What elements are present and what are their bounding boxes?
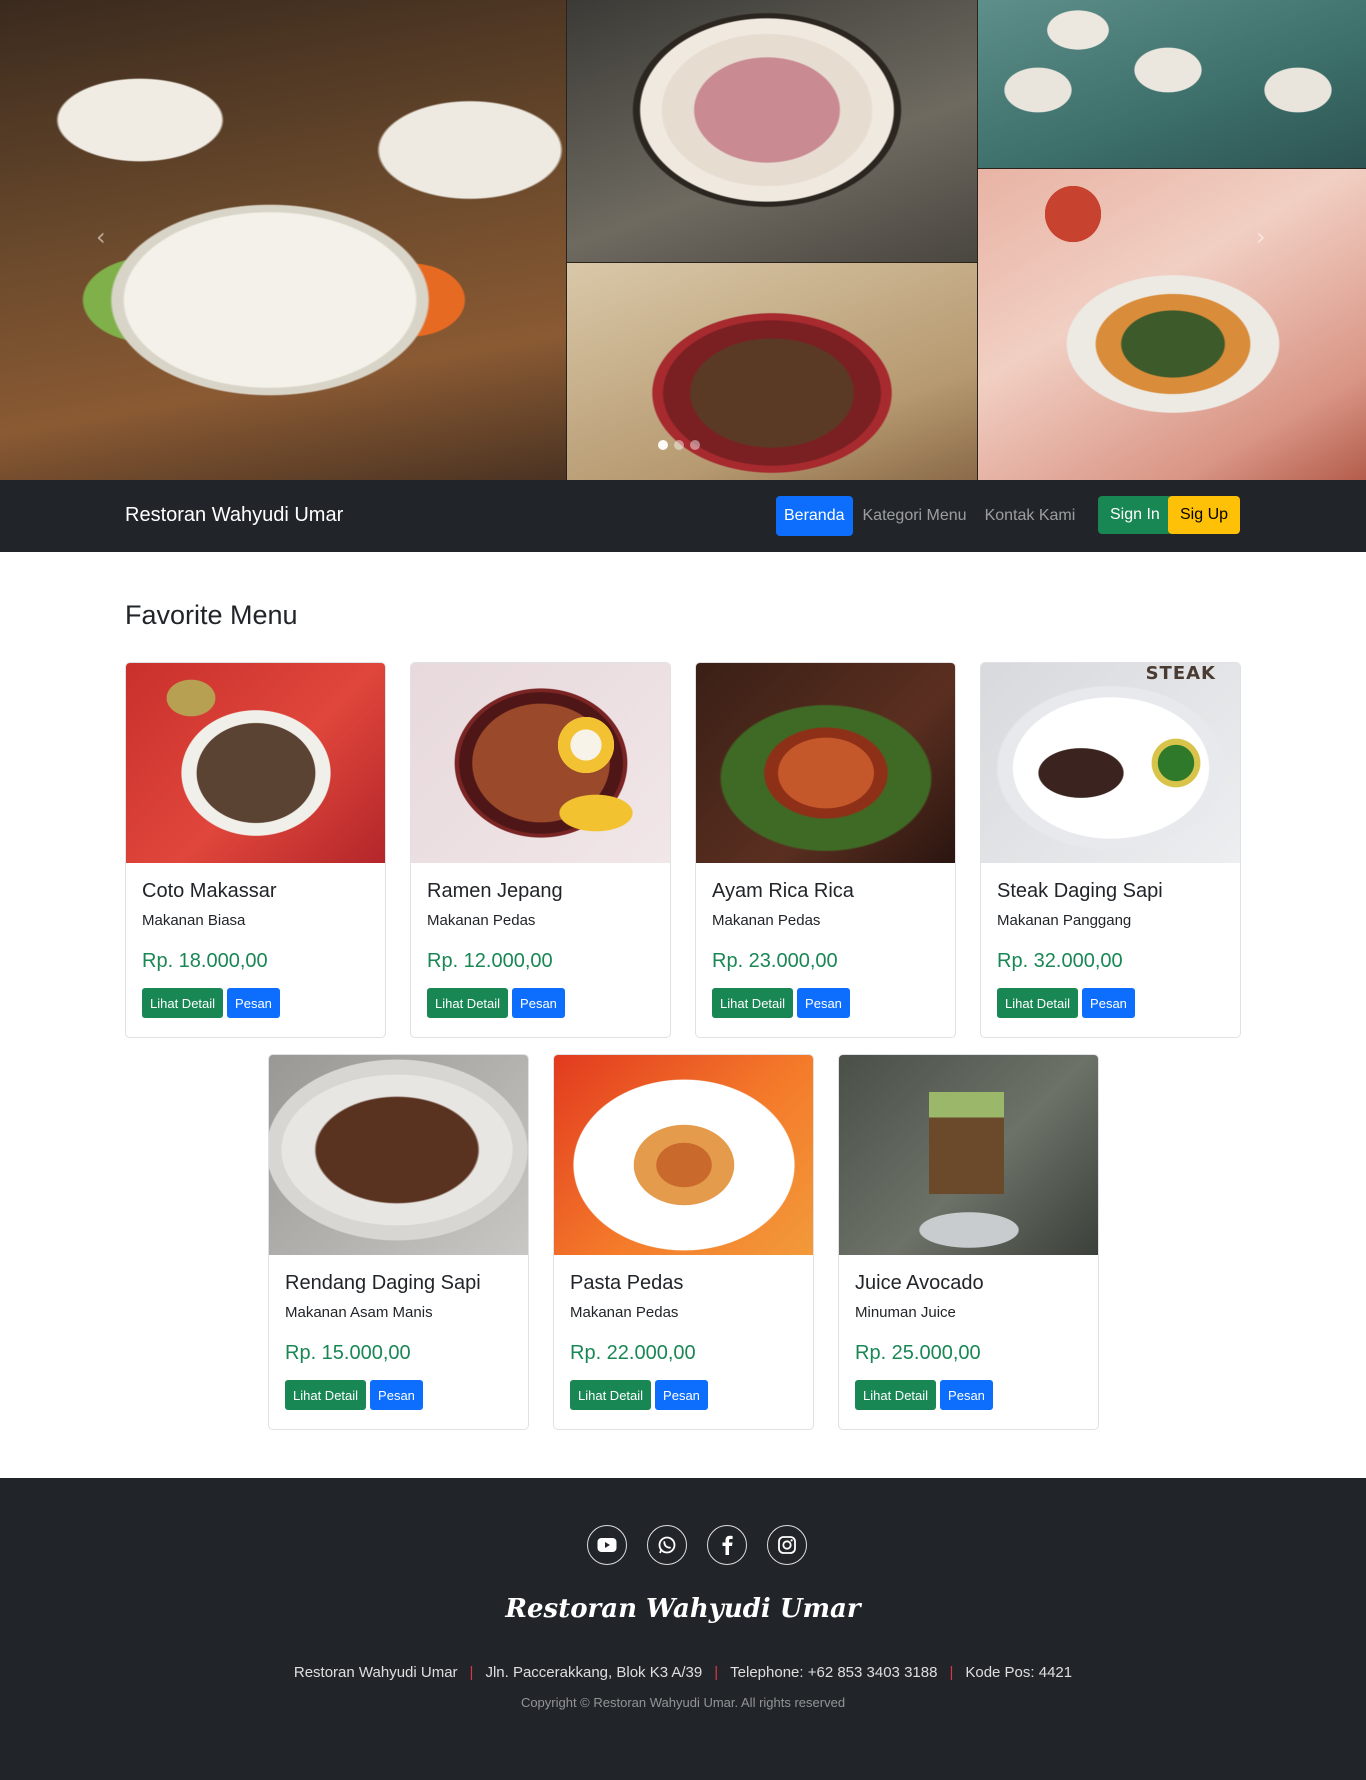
- menu-image: [411, 663, 670, 863]
- menu-image: [554, 1055, 813, 1255]
- carousel-indicator-3[interactable]: [690, 440, 700, 450]
- separator: |: [469, 1664, 474, 1681]
- nav-link-kontak-kami[interactable]: Kontak Kami: [977, 496, 1084, 536]
- menu-price: Rp. 25.000,00: [855, 1342, 981, 1364]
- menu-price: Rp. 32.000,00: [997, 950, 1123, 972]
- separator: |: [714, 1664, 719, 1681]
- detail-button[interactable]: Lihat Detail: [997, 988, 1079, 1018]
- menu-category: Makanan Panggang: [997, 912, 1132, 929]
- menu-name: Ramen Jepang: [427, 880, 563, 902]
- separator: |: [949, 1664, 954, 1681]
- menu-price: Rp. 23.000,00: [712, 950, 838, 972]
- menu-image: STEAK: [981, 663, 1240, 863]
- order-button[interactable]: Pesan: [655, 1380, 708, 1410]
- footer-brand: Restoran Wahyudi Umar: [505, 1594, 861, 1624]
- navbar-brand[interactable]: Restoran Wahyudi Umar: [125, 504, 343, 527]
- carousel-prev-icon[interactable]: ‹: [96, 225, 110, 249]
- menu-name: Pasta Pedas: [570, 1272, 684, 1294]
- hero-image-bowls-table: [978, 0, 1366, 168]
- facebook-icon[interactable]: [707, 1525, 747, 1565]
- menu-name: Coto Makassar: [142, 880, 277, 902]
- menu-card-pasta-pedas: Pasta Pedas Makanan Pedas Rp. 22.000,00 …: [553, 1054, 814, 1430]
- menu-name: Ayam Rica Rica: [712, 880, 854, 902]
- footer-restaurant-name: Restoran Wahyudi Umar: [293, 1664, 458, 1681]
- order-button[interactable]: Pesan: [1082, 988, 1135, 1018]
- hero-image-red-bowl: [567, 263, 977, 480]
- detail-button[interactable]: Lihat Detail: [855, 1380, 937, 1410]
- copyright: Copyright © Restoran Wahyudi Umar. All r…: [520, 1695, 846, 1710]
- sign-in-button[interactable]: Sign In: [1098, 496, 1172, 534]
- footer-address: Jln. Paccerakkang, Blok K3 A/39: [485, 1664, 703, 1681]
- page-title: Favorite Menu: [125, 600, 298, 630]
- hero-carousel[interactable]: ‹ ›: [0, 0, 1366, 480]
- footer: Restoran Wahyudi Umar Restoran Wahyudi U…: [0, 1478, 1366, 1780]
- menu-price: Rp. 22.000,00: [570, 1342, 696, 1364]
- menu-image: [696, 663, 955, 863]
- footer-info: Restoran Wahyudi Umar | Jln. Paccerakkang,…: [0, 1664, 1366, 1681]
- carousel-next-icon[interactable]: ›: [1256, 225, 1270, 249]
- menu-image: [126, 663, 385, 863]
- menu-card-ramen-jepang: Ramen Jepang Makanan Pedas Rp. 12.000,00…: [410, 662, 671, 1038]
- menu-category: Makanan Pedas: [712, 912, 821, 929]
- carousel-indicator-2[interactable]: [674, 440, 684, 450]
- menu-card-ayam-rica-rica: Ayam Rica Rica Makanan Pedas Rp. 23.000,…: [695, 662, 956, 1038]
- menu-price: Rp. 12.000,00: [427, 950, 553, 972]
- detail-button[interactable]: Lihat Detail: [285, 1380, 367, 1410]
- image-text: STEAK: [1145, 663, 1216, 684]
- menu-image: [839, 1055, 1098, 1255]
- menu-card-steak-daging-sapi: STEAK Steak Daging Sapi Makanan Panggang…: [980, 662, 1241, 1038]
- hero-image-salad-plate: [978, 169, 1366, 480]
- nav-link-beranda[interactable]: Beranda: [776, 496, 853, 536]
- footer-telephone: Telephone: +62 853 3403 3188: [730, 1664, 938, 1681]
- nav-link-kategori-menu[interactable]: Kategori Menu: [855, 496, 975, 536]
- order-button[interactable]: Pesan: [227, 988, 280, 1018]
- social-links: [587, 1525, 807, 1565]
- sign-up-button[interactable]: Sig Up: [1168, 496, 1241, 534]
- menu-category: Makanan Biasa: [142, 912, 246, 929]
- menu-card-juice-avocado: Juice Avocado Minuman Juice Rp. 25.000,0…: [838, 1054, 1099, 1430]
- menu-category: Makanan Asam Manis: [285, 1304, 433, 1321]
- detail-button[interactable]: Lihat Detail: [570, 1380, 652, 1410]
- navbar: Restoran Wahyudi Umar Beranda Kategori M…: [0, 480, 1366, 552]
- menu-card-coto-makassar: Coto Makassar Makanan Biasa Rp. 18.000,0…: [125, 662, 386, 1038]
- detail-button[interactable]: Lihat Detail: [142, 988, 224, 1018]
- menu-price: Rp. 18.000,00: [142, 950, 268, 972]
- whatsapp-icon[interactable]: [647, 1525, 687, 1565]
- menu-price: Rp. 15.000,00: [285, 1342, 411, 1364]
- detail-button[interactable]: Lihat Detail: [712, 988, 794, 1018]
- footer-postal-code: Kode Pos: 4421: [965, 1664, 1073, 1681]
- youtube-icon[interactable]: [587, 1525, 627, 1565]
- order-button[interactable]: Pesan: [940, 1380, 993, 1410]
- detail-button[interactable]: Lihat Detail: [427, 988, 509, 1018]
- instagram-icon[interactable]: [767, 1525, 807, 1565]
- menu-category: Makanan Pedas: [427, 912, 536, 929]
- hero-image-smoothie-bowl: [567, 0, 977, 262]
- nav-links: Beranda Kategori Menu Kontak Kami: [776, 496, 1085, 536]
- menu-card-rendang-daging-sapi: Rendang Daging Sapi Makanan Asam Manis R…: [268, 1054, 529, 1430]
- menu-name: Steak Daging Sapi: [997, 880, 1163, 902]
- order-button[interactable]: Pesan: [512, 988, 565, 1018]
- menu-name: Rendang Daging Sapi: [285, 1272, 481, 1294]
- carousel-indicator-1[interactable]: [658, 440, 668, 450]
- menu-image: [269, 1055, 528, 1255]
- menu-name: Juice Avocado: [855, 1272, 984, 1294]
- menu-category: Minuman Juice: [855, 1304, 956, 1321]
- hero-image-salmon-bowl: [0, 0, 566, 480]
- menu-category: Makanan Pedas: [570, 1304, 679, 1321]
- order-button[interactable]: Pesan: [797, 988, 850, 1018]
- order-button[interactable]: Pesan: [370, 1380, 423, 1410]
- carousel-indicators: [658, 440, 700, 450]
